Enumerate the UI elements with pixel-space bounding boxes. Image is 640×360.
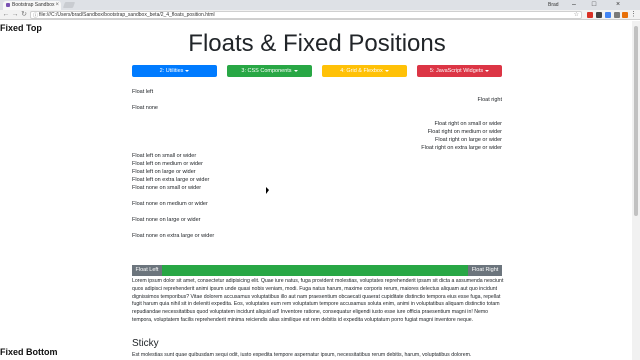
reload-icon[interactable]: ↻ [20, 10, 28, 20]
url-text[interactable]: file:///C:/Users/brad/Sandbox/bootstrap_… [39, 12, 215, 18]
float-none-md: Float none on medium or wider [132, 201, 208, 207]
dropdown-label: 4: Grid & Flexbox [340, 68, 383, 74]
browser-titlebar: Bootstrap Sandbox × Brad – □ × [0, 0, 640, 10]
dropdown-utilities[interactable]: 2: Utilities [132, 65, 217, 77]
float-left-xl: Float left on extra large or wider [132, 177, 210, 183]
float-left-text: Float left [132, 89, 154, 95]
lorem-paragraph: Lorem ipsum dolor sit amet, consectetur … [132, 278, 504, 323]
caret-down-icon [293, 69, 298, 72]
address-bar[interactable]: ⓘ file:///C:/Users/brad/Sandbox/bootstra… [30, 11, 582, 19]
mouse-cursor-icon [266, 187, 269, 194]
maximize-button[interactable]: □ [588, 0, 600, 10]
float-left-badge: Float Left [132, 265, 162, 276]
float-none-xl: Float none on extra large or wider [132, 233, 215, 239]
browser-tab[interactable]: Bootstrap Sandbox × [3, 1, 61, 10]
profile-name[interactable]: Brad [548, 1, 559, 9]
dropdown-label: 3: CSS Components [241, 68, 292, 74]
float-left-md: Float left on medium or wider [132, 161, 203, 167]
tab-close-icon[interactable]: × [55, 1, 59, 10]
dropdown-grid-flexbox[interactable]: 4: Grid & Flexbox [322, 65, 407, 77]
menu-dots-icon[interactable]: ⋮ [630, 10, 637, 20]
extension-icon[interactable] [596, 12, 602, 18]
browser-toolbar: ← → ↻ ⓘ file:///C:/Users/brad/Sandbox/bo… [0, 10, 640, 20]
sticky-heading: Sticky [132, 338, 159, 349]
back-arrow-icon[interactable]: ← [2, 10, 10, 20]
page-info-icon[interactable]: ⓘ [33, 13, 38, 18]
fixed-top-label: Fixed Top [0, 23, 42, 33]
float-none-text: Float none [132, 105, 158, 111]
extension-icon[interactable] [605, 12, 611, 18]
minimize-button[interactable]: – [568, 0, 580, 10]
float-left-lg: Float left on large or wider [132, 169, 196, 175]
extension-icon[interactable] [622, 12, 628, 18]
caret-down-icon [384, 69, 389, 72]
float-left-sm: Float left on small or wider [132, 153, 197, 159]
page-viewport: Fixed Top Floats & Fixed Positions 2: Ut… [0, 21, 632, 360]
float-right-sm: Float right on small or wider [434, 121, 502, 127]
extension-icon[interactable] [614, 12, 620, 18]
new-tab-button[interactable] [62, 2, 76, 8]
float-right-md: Float right on medium or wider [427, 129, 502, 135]
float-right-lg: Float right on large or wider [435, 137, 502, 143]
tab-title: Bootstrap Sandbox [12, 2, 55, 8]
dropdown-label: 5: JavaScript Widgets [429, 68, 484, 74]
float-none-sm: Float none on small or wider [132, 185, 202, 191]
float-bar: Float Left Float Right [132, 265, 502, 276]
sticky-paragraph: Est molestias sunt quae quibusdam sequi … [132, 352, 472, 358]
bootstrap-favicon-icon [6, 3, 10, 7]
dropdown-label: 2: Utilities [159, 68, 184, 74]
caret-down-icon [185, 69, 190, 72]
close-window-button[interactable]: × [612, 0, 624, 10]
extension-icon[interactable] [587, 12, 593, 18]
page-title: Floats & Fixed Positions [188, 30, 446, 57]
forward-arrow-icon[interactable]: → [11, 10, 19, 20]
float-right-text: Float right [477, 97, 502, 103]
caret-down-icon [485, 69, 490, 72]
float-none-lg: Float none on large or wider [132, 217, 201, 223]
star-icon[interactable]: ☆ [574, 12, 579, 18]
scrollbar-thumb[interactable] [634, 26, 638, 216]
float-right-badge: Float Right [468, 265, 502, 276]
dropdown-css-components[interactable]: 3: CSS Components [227, 65, 312, 77]
float-right-xl: Float right on extra large or wider [421, 145, 502, 151]
dropdown-javascript-widgets[interactable]: 5: JavaScript Widgets [417, 65, 502, 77]
fixed-bottom-label: Fixed Bottom [0, 347, 58, 357]
vertical-scrollbar[interactable] [632, 21, 640, 360]
